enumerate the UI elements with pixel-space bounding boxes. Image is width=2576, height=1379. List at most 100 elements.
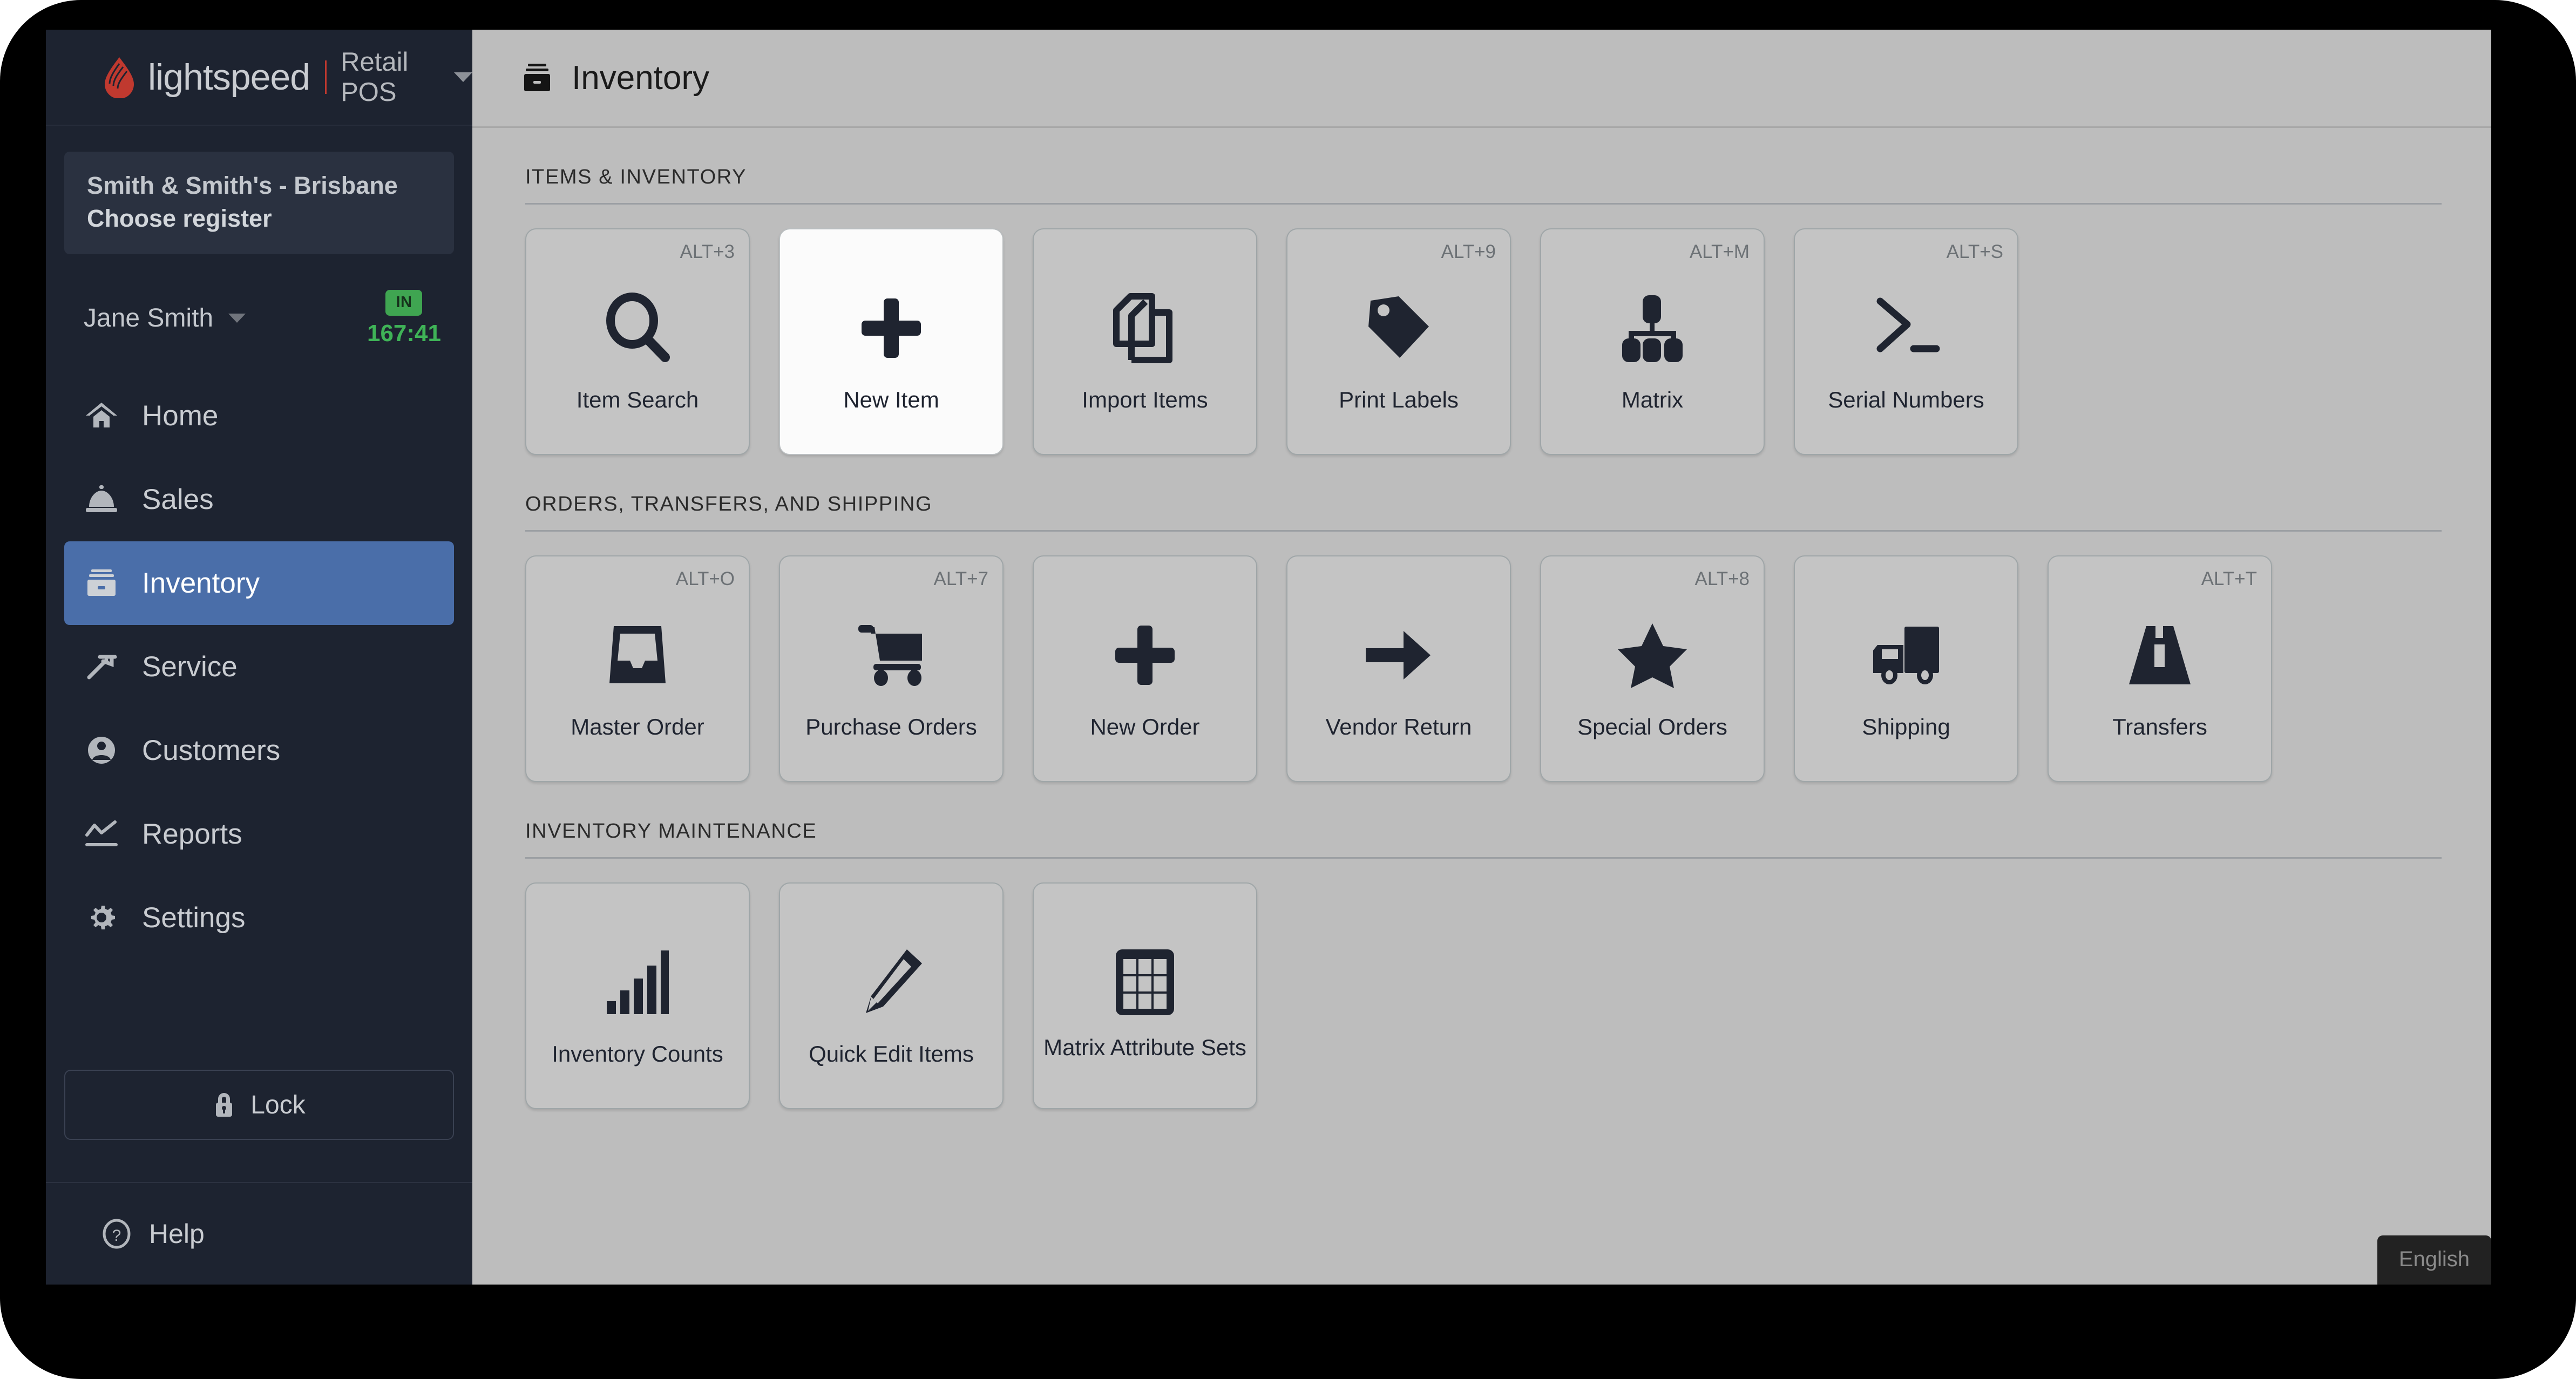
person-circle-icon [85, 735, 123, 765]
home-icon [85, 400, 123, 431]
user-name: Jane Smith [84, 304, 214, 333]
tile-label: Serial Numbers [1828, 387, 1984, 412]
tile-row: ALT+3 Item Search New Item Import Items … [525, 228, 2442, 455]
shortcut-label: ALT+3 [680, 241, 735, 262]
tile-new-order[interactable]: New Order [1033, 555, 1257, 782]
tile-purchase-orders[interactable]: ALT+7 Purchase Orders [779, 555, 1004, 782]
sidebar-item-label: Settings [142, 901, 246, 934]
tile-matrix[interactable]: ALT+M Matrix [1540, 228, 1765, 455]
section-inventory-maintenance: INVENTORY MAINTENANCE Inventory Counts Q… [525, 782, 2442, 1109]
sidebar-item-label: Customers [142, 734, 281, 766]
tile-item-search[interactable]: ALT+3 Item Search [525, 228, 750, 455]
help-button[interactable]: ? Help [46, 1182, 472, 1285]
tile-special-orders[interactable]: ALT+8 Special Orders [1540, 555, 1765, 782]
shop-name: Smith & Smith's - Brisbane [87, 172, 398, 199]
shortcut-label: ALT+7 [933, 568, 989, 589]
terminal-icon [1870, 288, 1942, 369]
tile-new-item[interactable]: New Item [779, 228, 1004, 455]
section-divider [525, 857, 2442, 859]
clock-time: 167:41 [367, 320, 441, 347]
sidebar-item-label: Home [142, 399, 219, 432]
shopping-cart-icon [855, 615, 927, 696]
sidebar-item-reports[interactable]: Reports [64, 792, 454, 876]
sidebar-item-customers[interactable]: Customers [64, 709, 454, 792]
tile-label: Matrix [1621, 387, 1684, 412]
tile-serial-numbers[interactable]: ALT+S Serial Numbers [1794, 228, 2018, 455]
app-window: lightspeed Retail POS Smith & Smith's - … [46, 30, 2491, 1285]
shortcut-label: ALT+8 [1694, 568, 1750, 589]
tile-import-items[interactable]: Import Items [1033, 228, 1257, 455]
user-menu[interactable]: Jane Smith [84, 303, 246, 333]
sidebar-item-inventory[interactable]: Inventory [64, 541, 454, 625]
sidebar-item-service[interactable]: Service [64, 625, 454, 709]
magnifier-icon [602, 288, 673, 369]
inventory-drawer-icon [522, 63, 552, 94]
tile-row: ALT+O Master Order ALT+7 Purchase Orders… [525, 555, 2442, 782]
tile-label: Import Items [1082, 387, 1208, 412]
help-label: Help [149, 1219, 205, 1249]
line-chart-icon [85, 819, 123, 849]
brand-divider [325, 60, 327, 94]
chevron-down-icon[interactable] [454, 72, 472, 82]
user-row: Jane Smith IN 167:41 [64, 278, 454, 359]
tile-label: Inventory Counts [552, 1041, 723, 1066]
tile-inventory-counts[interactable]: Inventory Counts [525, 882, 750, 1109]
hammer-icon [85, 651, 123, 682]
brand-product-name: Retail POS [341, 47, 409, 107]
sidebar: lightspeed Retail POS Smith & Smith's - … [46, 30, 472, 1285]
sidebar-item-sales[interactable]: Sales [64, 458, 454, 541]
shortcut-label: ALT+9 [1441, 241, 1496, 262]
tile-vendor-return[interactable]: Vendor Return [1286, 555, 1511, 782]
tile-print-labels[interactable]: ALT+9 Print Labels [1286, 228, 1511, 455]
org-tree-icon [1618, 288, 1687, 369]
tile-matrix-attribute-sets[interactable]: Matrix Attribute Sets [1033, 882, 1257, 1109]
sidebar-item-home[interactable]: Home [64, 374, 454, 458]
clock-status[interactable]: IN 167:41 [367, 289, 441, 347]
language-badge[interactable]: English [2377, 1235, 2491, 1285]
tile-label: New Order [1090, 714, 1200, 739]
sidebar-item-label: Reports [142, 818, 242, 850]
shortcut-label: ALT+M [1689, 241, 1750, 262]
road-icon [2126, 615, 2194, 696]
section-divider [525, 530, 2442, 532]
brand-bar: lightspeed Retail POS [46, 30, 472, 126]
sidebar-item-label: Inventory [142, 567, 260, 599]
tile-label: Purchase Orders [805, 714, 977, 739]
lock-label: Lock [250, 1090, 306, 1119]
section-title: ITEMS & INVENTORY [525, 166, 747, 188]
plus-icon [858, 288, 924, 369]
tile-label: Item Search [576, 387, 699, 412]
bar-chart-icon [604, 942, 672, 1023]
shortcut-label: ALT+S [1946, 241, 2003, 262]
tile-transfers[interactable]: ALT+T Transfers [2048, 555, 2272, 782]
tile-master-order[interactable]: ALT+O Master Order [525, 555, 750, 782]
chevron-down-icon[interactable] [228, 314, 246, 323]
tile-shipping[interactable]: Shipping [1794, 555, 2018, 782]
inbox-tray-icon [604, 615, 671, 696]
sidebar-item-settings[interactable]: Settings [64, 876, 454, 960]
truck-icon [1870, 615, 1942, 696]
gear-icon [85, 902, 123, 933]
register-selector[interactable]: Smith & Smith's - Brisbane Choose regist… [64, 152, 454, 254]
tile-label: Matrix Attribute Sets [1043, 1035, 1246, 1060]
shortcut-label: ALT+T [2201, 568, 2257, 589]
tile-label: Quick Edit Items [809, 1041, 974, 1066]
shortcut-label: ALT+O [675, 568, 735, 589]
copy-pages-icon [1110, 288, 1180, 369]
tile-quick-edit-items[interactable]: Quick Edit Items [779, 882, 1004, 1109]
brand-name: lightspeed [148, 57, 310, 98]
question-circle-icon: ? [103, 1219, 131, 1249]
plus-icon [1112, 615, 1178, 696]
main-body: ITEMS & INVENTORY ALT+3 Item Search New … [472, 128, 2491, 1109]
status-badge: IN [385, 289, 423, 316]
lightspeed-flame-logo-icon [103, 56, 136, 98]
page-title: Inventory [572, 59, 710, 97]
star-icon [1617, 615, 1688, 696]
tile-row: Inventory Counts Quick Edit Items Matrix… [525, 882, 2442, 1109]
lock-button-wrap: Lock [64, 1070, 454, 1140]
tile-label: Shipping [1862, 714, 1950, 739]
svg-text:?: ? [112, 1227, 121, 1245]
main-content: Inventory ITEMS & INVENTORY ALT+3 Item S… [472, 30, 2491, 1285]
lock-button[interactable]: Lock [64, 1070, 454, 1140]
tile-label: Special Orders [1577, 714, 1727, 739]
